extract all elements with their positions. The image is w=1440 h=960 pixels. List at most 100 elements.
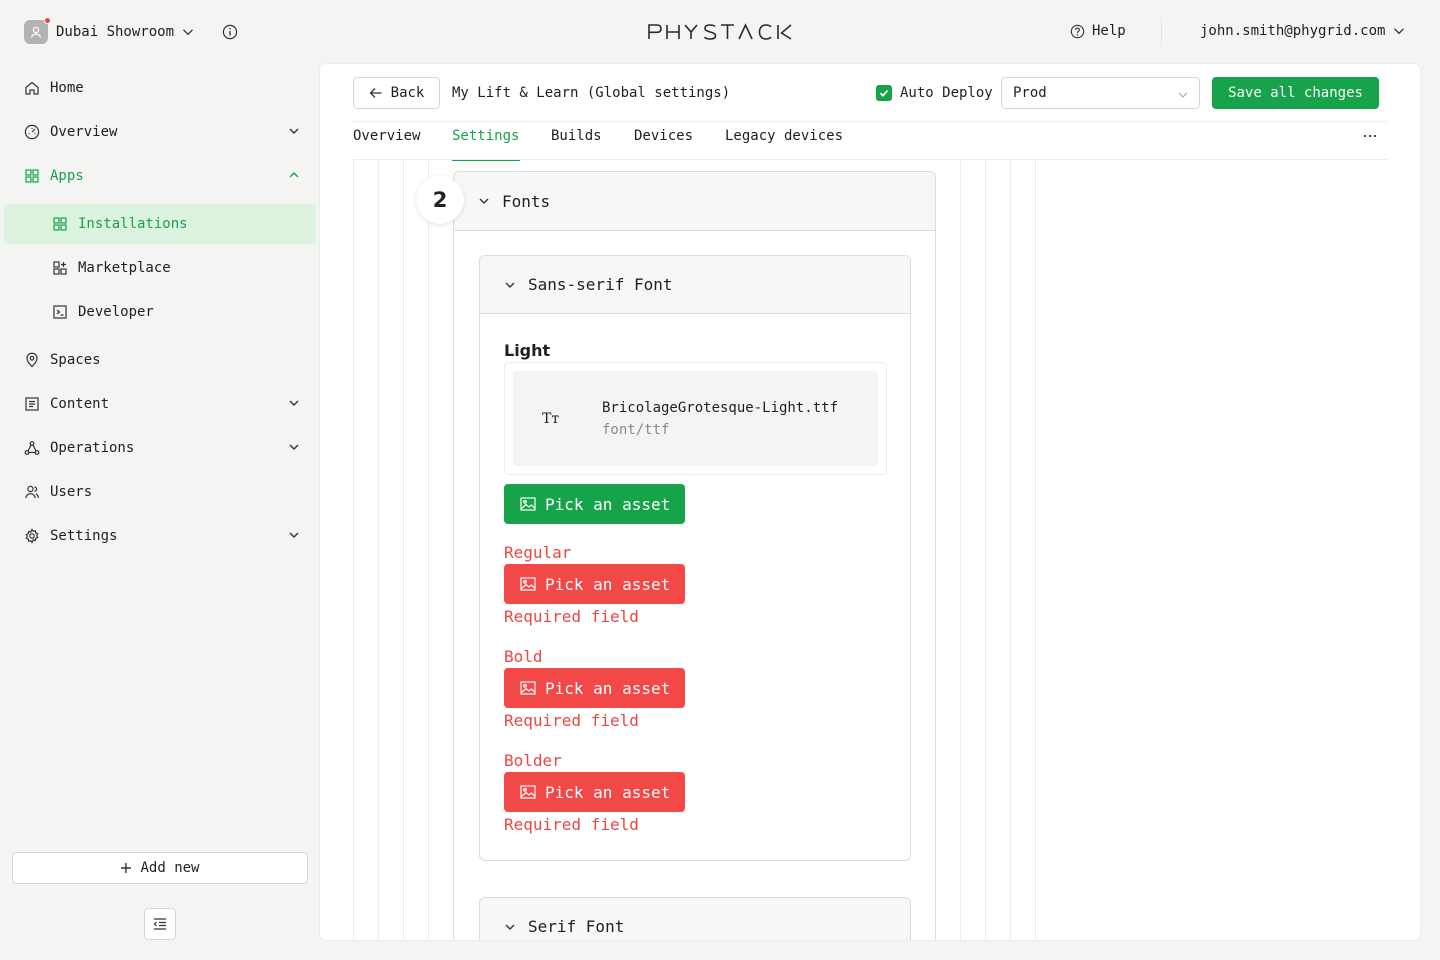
chevron-down-icon: [505, 282, 515, 288]
sidebar-item-marketplace[interactable]: Marketplace: [4, 248, 316, 288]
plus-icon: [121, 863, 132, 873]
collapse-menu-icon: [153, 918, 166, 930]
sidebar-item-label: Developer: [78, 304, 154, 320]
sans-serif-font-panel: Sans-serif Font Light Tт BricolageGrotes…: [479, 255, 911, 861]
chevron-up-icon: [289, 172, 299, 178]
pick-asset-button-bolder[interactable]: Pick an asset: [504, 772, 685, 812]
add-new-button[interactable]: Add new: [12, 852, 308, 884]
location-pin-icon: [26, 352, 38, 368]
auto-deploy-checkbox[interactable]: Auto Deploy: [876, 85, 993, 101]
help-circle-icon: [1070, 24, 1085, 38]
pick-asset-label: Pick an asset: [545, 574, 671, 594]
checkmark-icon: [879, 89, 889, 97]
light-field-label: Light: [504, 341, 551, 360]
workspace-avatar: [24, 17, 51, 44]
light-font-asset-card[interactable]: Tт BricolageGrotesque-Light.ttf font/ttf: [504, 362, 887, 475]
nesting-guide: [985, 160, 986, 940]
top-bar: Dubai Showroom Help john.smith@phygrid.c…: [0, 0, 1440, 64]
content-icon: [25, 397, 39, 411]
sidebar-item-overview[interactable]: Overview: [24, 112, 304, 152]
sidebar-item-home[interactable]: Home: [24, 68, 304, 108]
back-button[interactable]: Back: [353, 77, 440, 109]
chevron-down-icon: [505, 924, 515, 930]
sidebar-item-apps[interactable]: Apps: [24, 156, 304, 196]
step-number-badge: 2: [416, 176, 464, 224]
bold-field-label: Bold: [504, 647, 543, 666]
pick-asset-button-bold[interactable]: Pick an asset: [504, 668, 685, 708]
chevron-down-icon: [289, 400, 299, 406]
pick-asset-label: Pick an asset: [545, 782, 671, 802]
phystack-logo: [648, 23, 792, 40]
sans-serif-font-title: Sans-serif Font: [528, 275, 673, 294]
bolder-field-label: Bolder: [504, 751, 562, 770]
serif-font-panel: Serif Font: [479, 897, 911, 940]
nesting-guide: [1010, 160, 1011, 940]
collapse-sidebar-button[interactable]: [144, 908, 176, 940]
asset-file-name: BricolageGrotesque-Light.ttf: [602, 400, 839, 416]
sidebar-item-label: Installations: [78, 216, 188, 232]
sidebar-item-settings[interactable]: Settings: [24, 516, 304, 556]
sidebar: Home Overview Apps Installations Marketp…: [0, 64, 320, 960]
info-icon[interactable]: [222, 24, 238, 40]
tab-overview[interactable]: Overview: [353, 128, 452, 160]
chevron-down-icon: [289, 128, 299, 134]
sidebar-item-label: Settings: [50, 528, 118, 544]
sidebar-item-content[interactable]: Content: [24, 384, 304, 424]
page-title: My Lift & Learn (Global settings): [452, 85, 731, 101]
user-icon: [30, 26, 42, 38]
save-all-changes-button[interactable]: Save all changes: [1212, 77, 1379, 109]
user-menu[interactable]: john.smith@phygrid.com: [1200, 23, 1405, 39]
help-button[interactable]: Help: [1070, 23, 1126, 39]
nesting-guide: [1035, 160, 1036, 940]
marketplace-icon: [53, 261, 67, 275]
sans-serif-font-header[interactable]: Sans-serif Font: [480, 256, 910, 314]
sidebar-item-operations[interactable]: Operations: [24, 428, 304, 468]
required-field-error: Required field: [504, 711, 639, 730]
main-panel: Back My Lift & Learn (Global settings) A…: [320, 64, 1420, 940]
divider: [353, 159, 1387, 160]
apps-grid-icon: [53, 217, 67, 231]
pick-asset-button-light[interactable]: Pick an asset: [504, 484, 685, 524]
environment-value: Prod: [1013, 85, 1047, 101]
sidebar-item-spaces[interactable]: Spaces: [24, 340, 304, 380]
workspace-name: Dubai Showroom: [56, 24, 175, 40]
sidebar-item-label: Users: [50, 484, 93, 500]
user-email: john.smith@phygrid.com: [1200, 23, 1386, 39]
gear-icon: [25, 528, 39, 544]
tab-settings[interactable]: Settings: [452, 128, 520, 161]
asset-preview: Tт BricolageGrotesque-Light.ttf font/ttf: [513, 371, 878, 466]
fonts-section-header[interactable]: Fonts: [454, 172, 935, 231]
sidebar-item-users[interactable]: Users: [24, 472, 304, 512]
required-field-error: Required field: [504, 815, 639, 834]
divider: [353, 121, 1387, 122]
users-icon: [25, 485, 39, 499]
back-label: Back: [390, 85, 425, 101]
more-options-icon[interactable]: [1360, 128, 1380, 144]
dashboard-icon: [24, 124, 40, 140]
workspace-switcher[interactable]: Dubai Showroom: [24, 17, 194, 44]
chevron-down-icon: [1394, 28, 1405, 35]
environment-select[interactable]: Prod: [1001, 77, 1200, 109]
pick-asset-button-regular[interactable]: Pick an asset: [504, 564, 685, 604]
regular-field-label: Regular: [504, 543, 572, 562]
chevron-down-icon: [1178, 92, 1188, 98]
tab-devices[interactable]: Devices: [634, 128, 725, 160]
sidebar-item-label: Apps: [50, 168, 84, 184]
nesting-guide: [378, 160, 379, 940]
checkbox-checked: [876, 85, 892, 101]
chevron-down-icon: [289, 532, 299, 538]
tab-builds[interactable]: Builds: [551, 128, 634, 160]
serif-font-header[interactable]: Serif Font: [480, 898, 910, 940]
nesting-guide: [353, 160, 354, 940]
sidebar-item-installations[interactable]: Installations: [4, 204, 316, 244]
sidebar-item-label: Spaces: [50, 352, 101, 368]
tab-legacy-devices[interactable]: Legacy devices: [725, 128, 855, 160]
sidebar-item-developer[interactable]: Developer: [4, 292, 316, 332]
sidebar-item-label: Home: [50, 80, 84, 96]
topbar-divider: [1161, 18, 1162, 46]
arrow-left-icon: [369, 88, 382, 98]
image-icon: [520, 577, 536, 591]
nesting-guide: [403, 160, 404, 940]
sidebar-item-label: Operations: [50, 440, 135, 456]
apps-grid-icon: [25, 169, 39, 183]
